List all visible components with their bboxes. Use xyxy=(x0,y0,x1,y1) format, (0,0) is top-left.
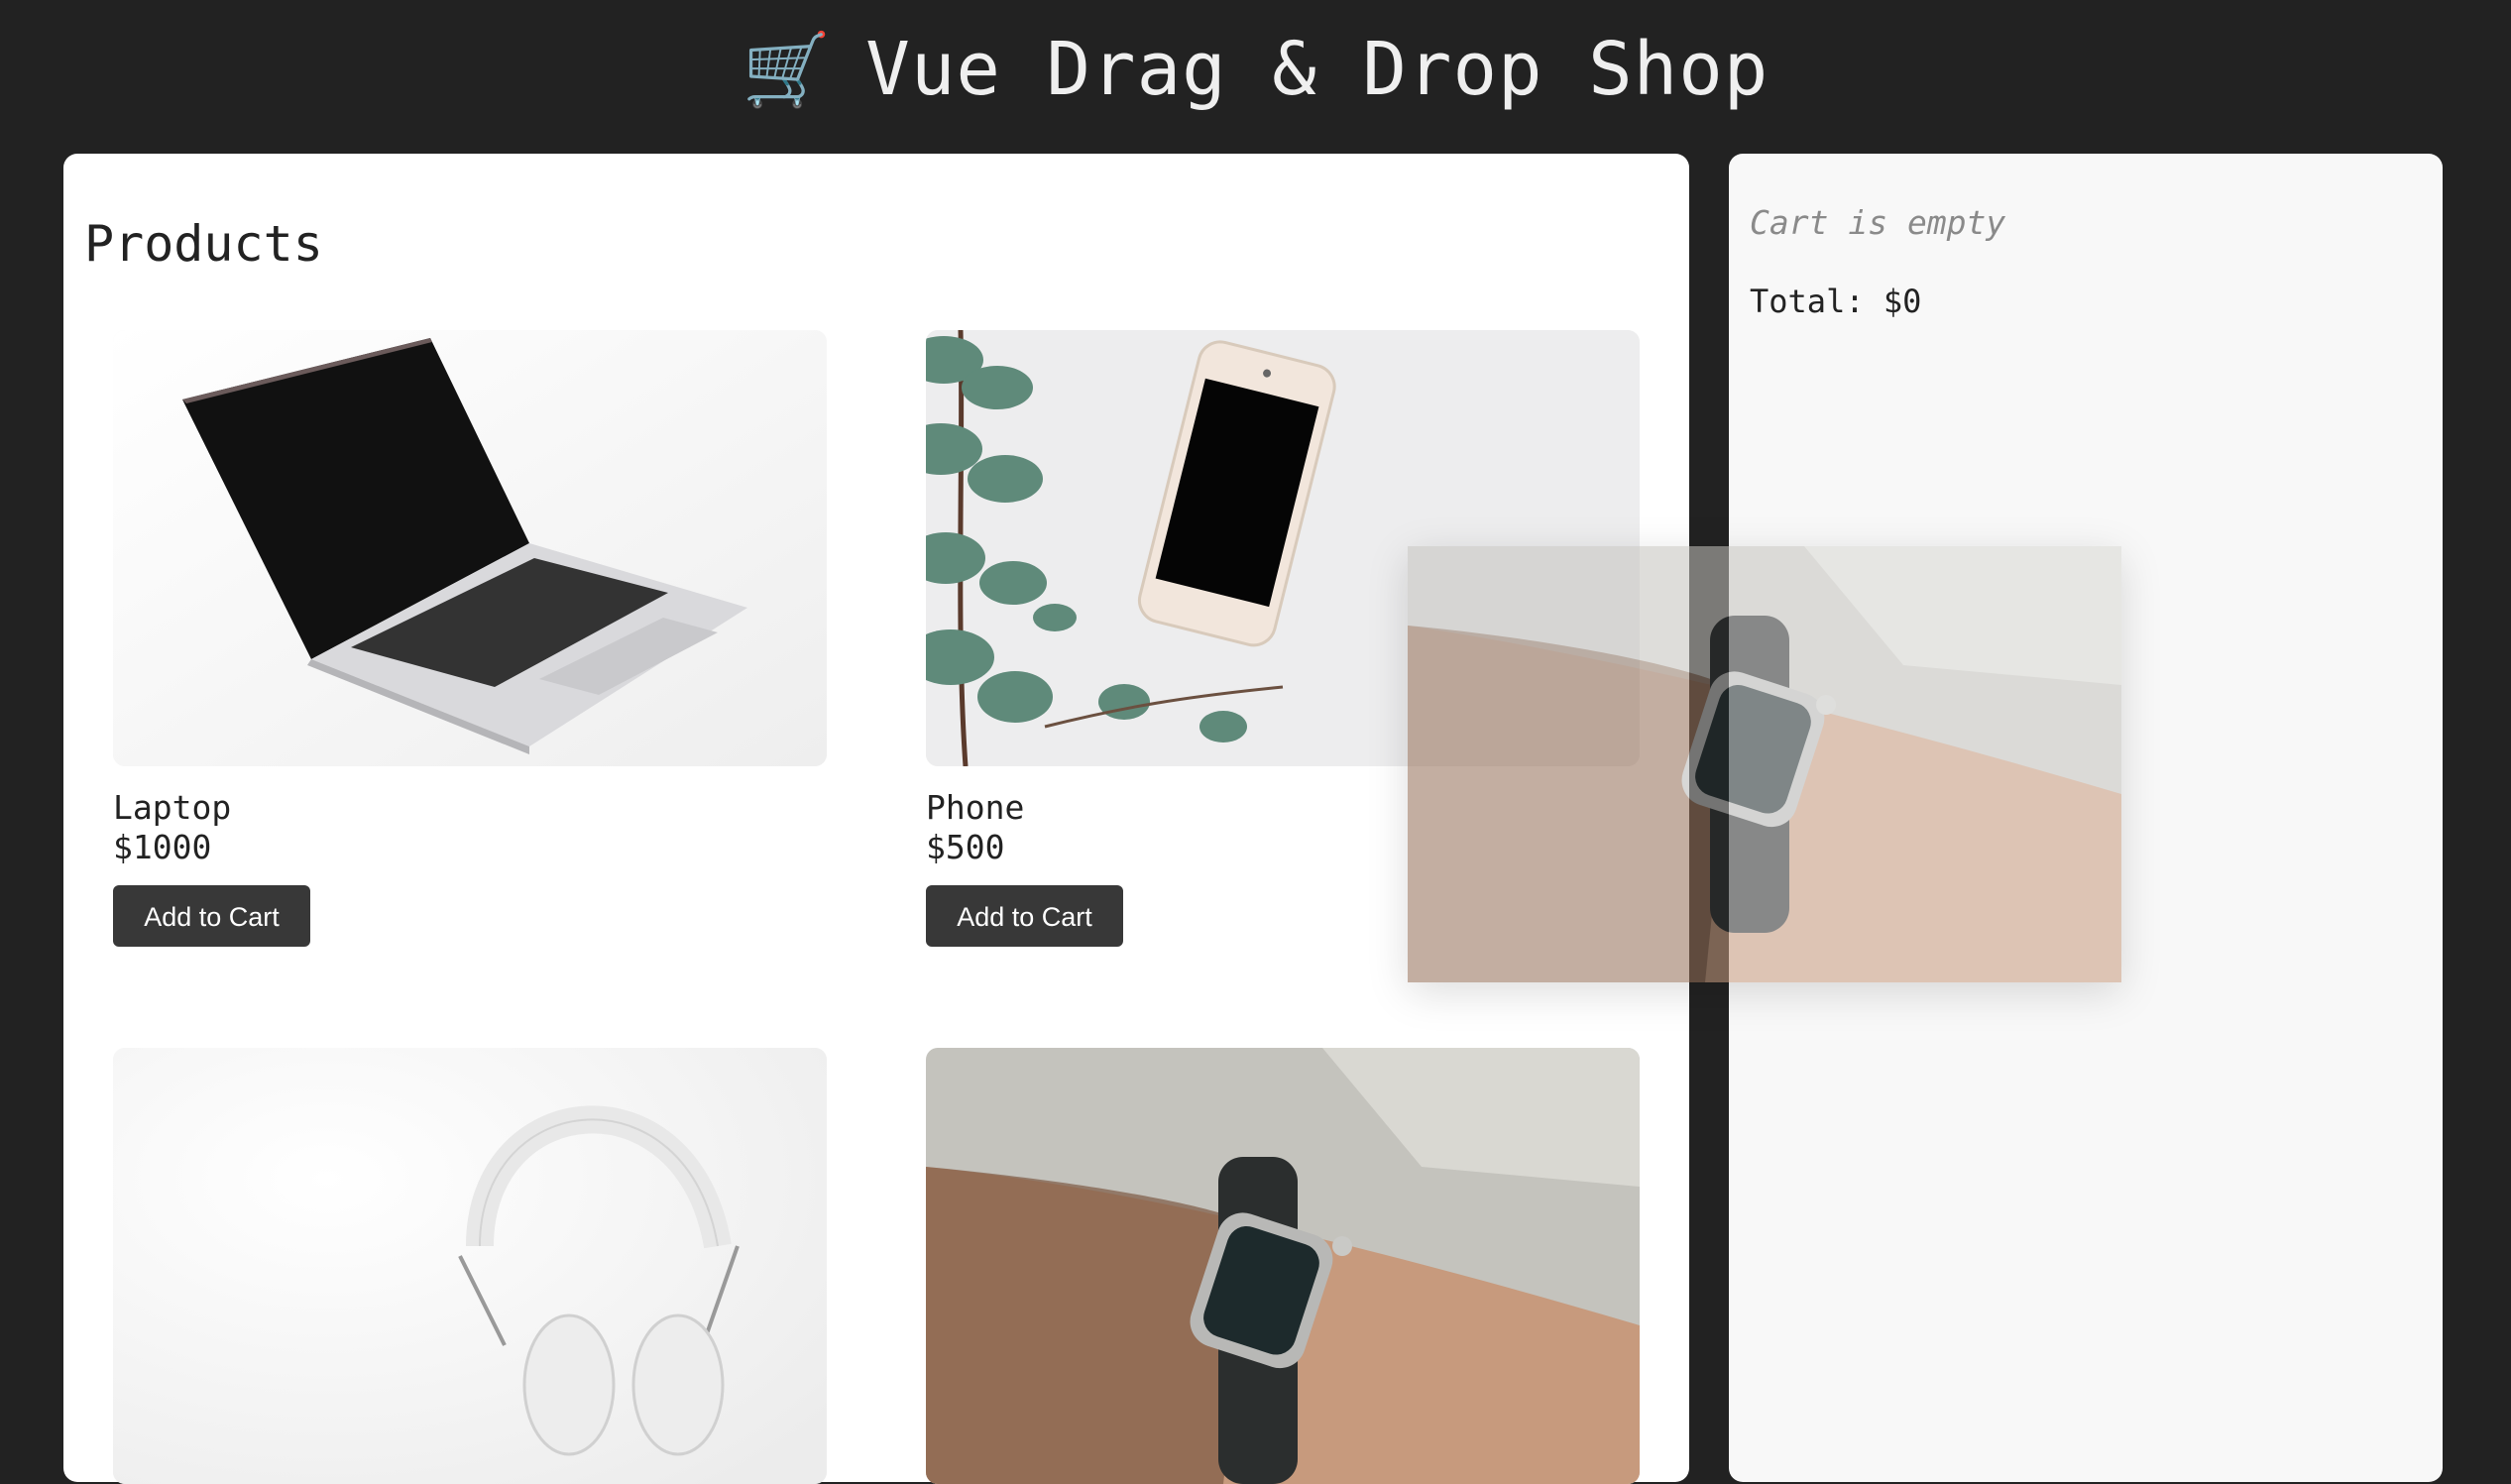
app-title: Vue Drag & Drop Shop xyxy=(865,27,1769,112)
cart-total: Total: $0 xyxy=(1750,283,1922,320)
product-price: $1000 xyxy=(113,828,212,866)
shopping-cart-icon: 🛒 xyxy=(742,27,833,111)
smartwatch-image[interactable] xyxy=(926,1048,1640,1484)
cart-empty-message: Cart is empty xyxy=(1750,203,2006,242)
products-heading: Products xyxy=(84,215,323,273)
smartwatch-drag-image xyxy=(1408,546,2121,982)
dragged-item-preview[interactable] xyxy=(1408,546,2121,982)
headphones-image[interactable] xyxy=(113,1048,827,1484)
product-card-headphones[interactable] xyxy=(113,1048,827,1484)
laptop-image[interactable] xyxy=(113,330,827,766)
app-header: 🛒 Vue Drag & Drop Shop xyxy=(0,0,2511,139)
product-name: Laptop xyxy=(113,788,232,827)
add-to-cart-button[interactable]: Add to Cart xyxy=(926,885,1123,947)
add-to-cart-button[interactable]: Add to Cart xyxy=(113,885,310,947)
product-card-laptop[interactable]: Laptop $1000 Add to Cart xyxy=(113,330,827,947)
product-card-smartwatch[interactable] xyxy=(926,1048,1640,1484)
